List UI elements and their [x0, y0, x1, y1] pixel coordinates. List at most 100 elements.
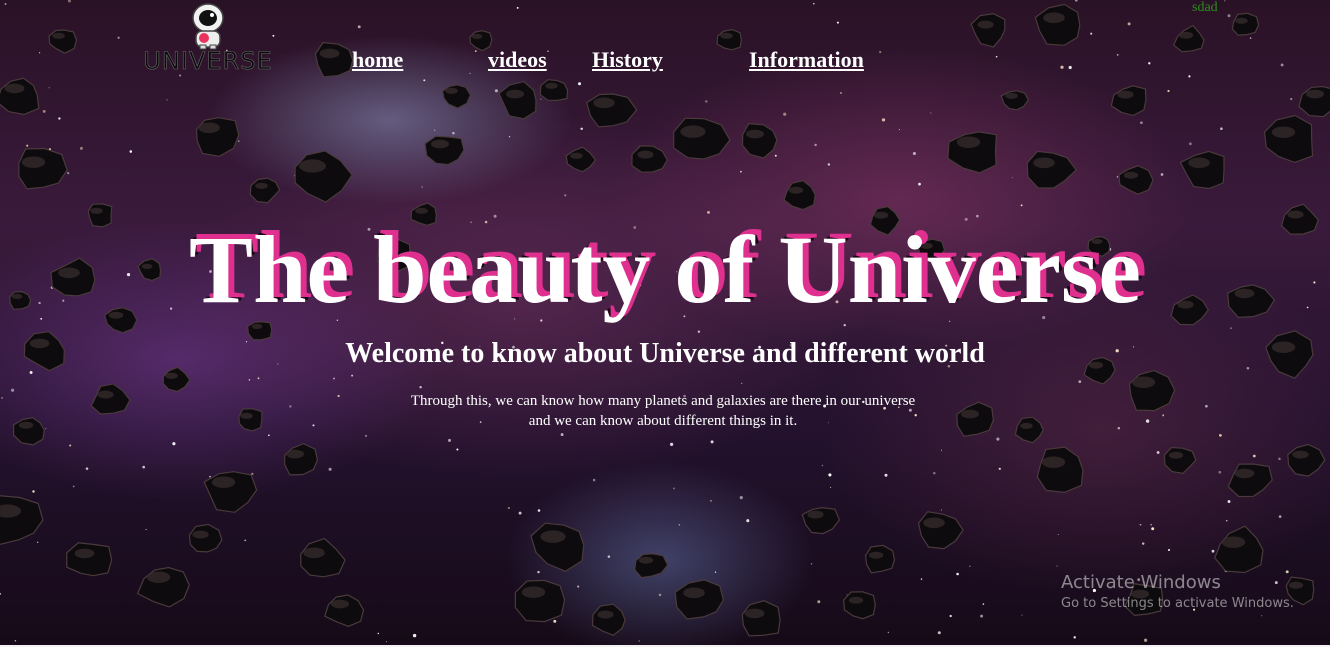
asteroid: [48, 29, 78, 54]
star: [1205, 404, 1208, 408]
star: [447, 438, 452, 442]
nav-information-link[interactable]: Information: [749, 46, 864, 74]
star: [828, 473, 832, 477]
star: [494, 89, 498, 93]
star: [560, 433, 564, 437]
logo-text[interactable]: UNIVERSE: [140, 46, 276, 76]
asteroid: [1227, 463, 1273, 498]
star: [423, 79, 426, 82]
star: [69, 444, 72, 447]
star: [879, 50, 882, 54]
star: [982, 603, 985, 605]
asteroid: [1214, 525, 1264, 574]
asteroid: [1000, 90, 1030, 111]
asteroid: [1172, 24, 1205, 53]
asteroid: [864, 544, 896, 574]
star: [421, 186, 423, 188]
asteroid: [741, 122, 778, 159]
star: [1, 397, 3, 399]
asteroid: [1026, 150, 1078, 189]
star: [881, 118, 886, 122]
star: [1168, 549, 1170, 551]
star: [1151, 527, 1155, 531]
star: [998, 467, 1001, 470]
star: [774, 154, 777, 157]
star: [129, 150, 133, 153]
star: [1117, 426, 1121, 430]
star: [1116, 176, 1119, 178]
asteroid: [294, 150, 353, 203]
asteroid: [195, 117, 240, 157]
star: [1073, 636, 1076, 639]
star: [4, 3, 7, 5]
star: [739, 495, 743, 500]
star: [1141, 542, 1145, 545]
nav-history-link[interactable]: History: [592, 46, 663, 74]
star: [364, 434, 368, 437]
star: [827, 163, 831, 166]
star: [1219, 434, 1222, 437]
star: [930, 112, 932, 114]
star: [1261, 615, 1263, 617]
asteroid: [586, 93, 638, 128]
windows-activation-watermark: Activate Windows Go to Settings to activ…: [1061, 572, 1294, 614]
asteroid: [1263, 114, 1314, 164]
star: [839, 91, 843, 95]
star: [884, 473, 888, 477]
star: [145, 528, 147, 531]
nav-home-link[interactable]: home: [352, 46, 403, 74]
hero-title: The beauty of Universe: [189, 216, 1141, 323]
star: [956, 572, 959, 576]
star: [937, 631, 941, 635]
hero-section: UNIVERSE home videos History Information…: [0, 0, 1330, 645]
asteroid: [1034, 3, 1081, 46]
star: [1249, 37, 1252, 39]
star: [1145, 419, 1150, 423]
star: [238, 140, 240, 142]
star: [1211, 549, 1215, 553]
star: [607, 555, 611, 558]
asteroid: [514, 579, 566, 623]
star: [289, 405, 292, 408]
asteroid: [956, 401, 995, 437]
star: [469, 72, 471, 75]
hero-description: Through this, we can know how many plane…: [410, 393, 916, 429]
asteroid: [539, 79, 569, 102]
star: [1227, 14, 1231, 18]
star: [333, 377, 335, 380]
star: [746, 519, 750, 523]
star: [1218, 470, 1222, 474]
asteroid: [1128, 369, 1176, 412]
asteroid: [203, 471, 258, 513]
star: [172, 442, 176, 446]
star: [1227, 500, 1231, 503]
star: [37, 541, 39, 543]
star: [1060, 65, 1064, 69]
asteroid: [66, 542, 113, 577]
corner-text: sdad: [1192, 0, 1218, 15]
asteroid: [324, 594, 365, 627]
asteroid: [947, 131, 998, 174]
star: [821, 464, 824, 467]
asteroid: [283, 442, 319, 476]
star: [710, 500, 712, 502]
nav-videos-link[interactable]: videos: [488, 46, 547, 74]
star: [1143, 638, 1148, 642]
star: [814, 143, 817, 147]
star: [1056, 565, 1058, 567]
star: [1078, 380, 1082, 383]
star: [10, 388, 15, 392]
star: [783, 112, 787, 116]
star: [1011, 177, 1013, 179]
star: [1074, 0, 1078, 2]
star: [1252, 454, 1256, 458]
star: [740, 170, 742, 173]
star: [949, 614, 952, 618]
star: [117, 36, 120, 39]
star: [1188, 75, 1191, 78]
star: [996, 437, 1000, 441]
asteroid: [1014, 416, 1044, 444]
star: [812, 2, 815, 5]
asteroid: [1287, 443, 1326, 477]
star: [1090, 32, 1093, 35]
